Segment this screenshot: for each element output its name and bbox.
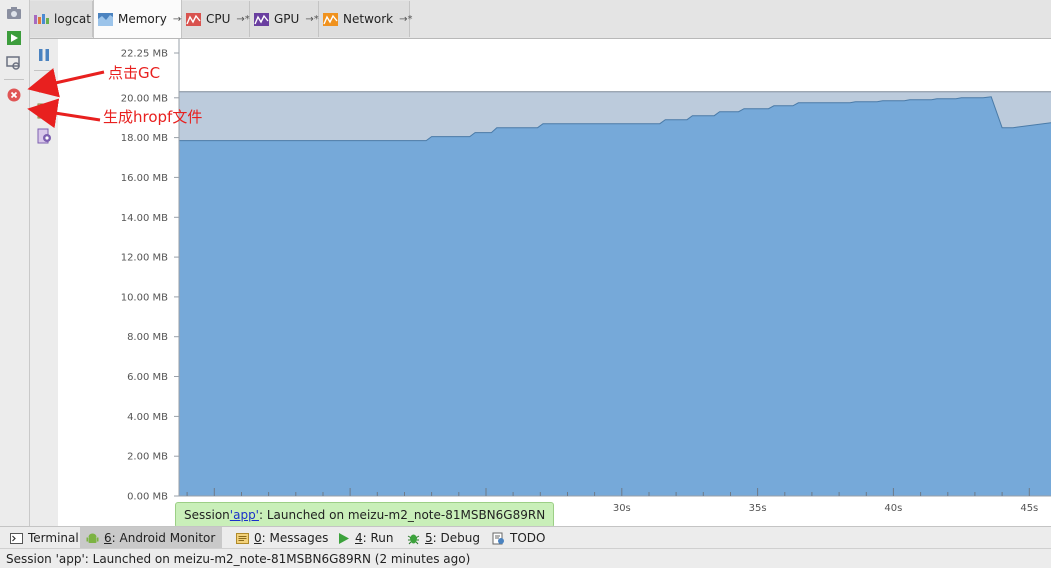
pause-icon[interactable] (36, 47, 52, 63)
gc-icon[interactable] (36, 77, 52, 93)
tab-logcat[interactable]: logcat (30, 1, 93, 37)
y-tick-label: 0.00 MB (127, 492, 168, 503)
monitor-tab-bar: logcat Memory →* CPU →* GPU →* Network →… (30, 0, 1051, 39)
x-tick-label: 45s (1020, 503, 1038, 514)
memory-icon (98, 12, 113, 26)
mnemonic: 6 (104, 531, 112, 545)
tab-label: : Android Monitor (111, 531, 216, 545)
tab-debug[interactable]: 5: Debug (401, 527, 486, 549)
y-tick-label: 2.00 MB (127, 452, 168, 463)
android-icon (86, 533, 99, 543)
cpu-icon (186, 12, 201, 26)
tab-label: : Debug (432, 531, 480, 545)
tab-terminal[interactable]: Terminal (4, 527, 85, 549)
mnemonic: 5 (425, 531, 433, 545)
y-tick-label: 12.00 MB (121, 253, 168, 264)
separator (34, 70, 54, 71)
tab-android-monitor[interactable]: 6: Android Monitor (80, 527, 222, 549)
dump-heap-icon[interactable] (36, 103, 52, 119)
y-tick-label: 4.00 MB (127, 412, 168, 423)
mnemonic: 4 (355, 531, 363, 545)
tab-label: GPU (274, 12, 300, 26)
camera-icon[interactable] (6, 5, 22, 21)
pin-icon[interactable]: →* (236, 14, 249, 25)
tab-label: Terminal (28, 531, 79, 545)
tab-label: : Messages (261, 531, 329, 545)
memory-toolbar (30, 39, 58, 526)
tab-network[interactable]: Network →* (319, 1, 413, 37)
y-tick-label: 16.00 MB (121, 173, 168, 184)
tab-label: logcat (54, 12, 91, 26)
debug-icon (407, 534, 420, 544)
messages-icon (236, 532, 249, 544)
y-tick-label: 6.00 MB (127, 372, 168, 383)
annotation-gc: 点击GC (108, 64, 161, 82)
allocated-memory-area (179, 96, 1051, 497)
tab-label: CPU (206, 12, 231, 26)
y-tick-label: 20.00 MB (121, 93, 168, 104)
y-tick-label: 22.25 MB (121, 49, 168, 60)
stop-icon[interactable] (6, 87, 22, 103)
annotation-hprof: 生成hropf文件 (103, 108, 203, 126)
logcat-icon (34, 13, 49, 24)
x-tick-label: 35s (749, 503, 767, 514)
tab-run[interactable]: 4: Run (331, 527, 400, 549)
separator (4, 79, 24, 80)
session-tooltip: Session 'app': Launched on meizu-m2_note… (175, 502, 555, 528)
y-tick-label: 10.00 MB (121, 292, 168, 303)
y-tick-label: 18.00 MB (121, 133, 168, 144)
x-tick-label: 40s (884, 503, 902, 514)
tab-todo[interactable]: TODO (486, 527, 551, 549)
todo-icon (492, 532, 504, 544)
y-tick-label: 14.00 MB (121, 213, 168, 224)
y-tick-label: 8.00 MB (127, 332, 168, 343)
status-bar: Session 'app': Launched on meizu-m2_note… (0, 548, 1051, 568)
x-tick-label: 30s (613, 503, 631, 514)
tooltip-prefix: Session (184, 508, 230, 522)
tool-window-bar: Terminal 6: Android Monitor 0: Messages … (0, 526, 1051, 549)
inspect-icon[interactable] (6, 55, 22, 71)
tooltip-suffix: : Launched on meizu-m2_note-81MSBN6G89RN (258, 508, 546, 522)
memory-chart: 22.25 MB 20.00 MB 18.00 MB 16.00 MB 14.00 MB… (58, 39, 1051, 526)
network-icon (323, 12, 338, 26)
pin-icon[interactable]: →* (399, 14, 412, 25)
track-allocation-icon[interactable] (36, 128, 52, 144)
status-text: Session 'app': Launched on meizu-m2_note… (6, 551, 471, 566)
tab-label: Network (343, 12, 394, 26)
run-icon (339, 532, 349, 544)
app-link[interactable]: 'app' (230, 508, 259, 522)
tab-gpu[interactable]: GPU →* (250, 1, 319, 37)
gpu-icon (254, 12, 269, 26)
tab-messages[interactable]: 0: Messages (230, 527, 334, 549)
tab-label: Memory (118, 12, 167, 26)
run-icon[interactable] (6, 30, 22, 46)
tab-label: : Run (362, 531, 394, 545)
tab-cpu[interactable]: CPU →* (182, 1, 250, 37)
mnemonic: 0 (254, 531, 262, 545)
tab-label: TODO (510, 531, 546, 545)
tab-memory[interactable]: Memory →* (93, 0, 186, 38)
memory-chart-svg: 22.25 MB 20.00 MB 18.00 MB 16.00 MB 14.00 MB… (121, 39, 1051, 514)
pin-icon[interactable]: →* (305, 14, 318, 25)
terminal-icon (10, 532, 23, 544)
left-toolbar (0, 0, 30, 526)
